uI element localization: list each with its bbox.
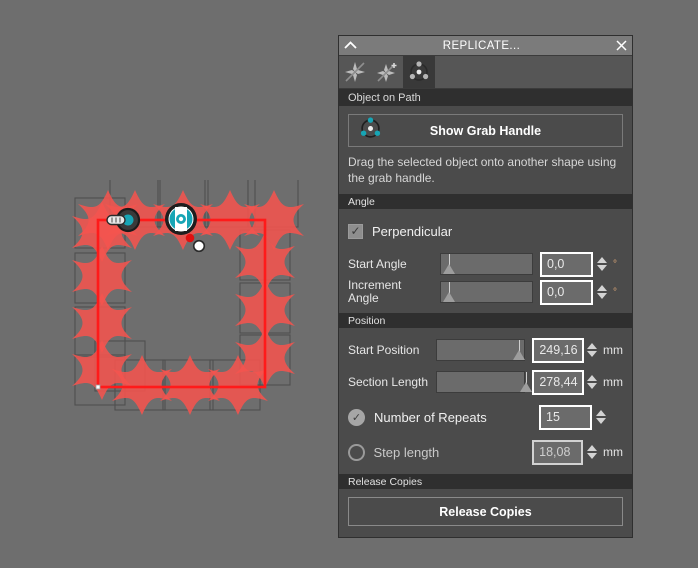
scatter-copies-icon [345, 62, 365, 82]
panel-title: REPLICATE... [442, 39, 521, 52]
anchor-dot-red[interactable] [185, 233, 195, 243]
scatter-copies-add-icon [377, 63, 397, 82]
number-of-repeats-input[interactable]: 15 [539, 404, 592, 430]
increment-angle-stepper[interactable] [596, 285, 608, 299]
start-position-row: Start Position 249,16 mm [348, 334, 623, 366]
check-icon: ✓ [351, 411, 362, 424]
active-tab-label: Object on Path [339, 89, 632, 106]
step-length-input[interactable]: 18,08 [532, 439, 584, 465]
start-angle-row: Start Angle 0,0 ° [348, 250, 623, 278]
number-of-repeats-radio[interactable]: ✓ [348, 408, 365, 426]
increment-angle-input[interactable]: 0,0 [540, 279, 593, 305]
section-length-label: Section Length [348, 375, 429, 389]
tab-scatter-copies-add[interactable] [371, 56, 403, 88]
section-body-angle: ✓ Perpendicular Start Angle 0,0 ° Increm… [339, 209, 632, 313]
perpendicular-row[interactable]: ✓ Perpendicular [348, 218, 623, 244]
increment-angle-slider[interactable] [440, 281, 533, 303]
anchor-dot-white[interactable] [192, 239, 206, 253]
tab-scatter-copies[interactable] [339, 56, 371, 88]
increment-angle-unit: ° [613, 286, 617, 298]
section-length-unit: mm [603, 375, 623, 389]
grab-button-wrap: Show Grab Handle [339, 106, 632, 147]
step-length-row[interactable]: Step length 18,08 mm [348, 437, 623, 467]
start-position-stepper[interactable] [587, 343, 599, 357]
chevron-up-icon[interactable] [339, 36, 361, 55]
path-node-marker[interactable] [95, 384, 101, 390]
section-header-angle: Angle [339, 194, 632, 209]
section-header-release-copies: Release Copies [339, 474, 632, 489]
start-position-label: Start Position [348, 343, 420, 357]
start-angle-label: Start Angle [348, 257, 407, 271]
perpendicular-label: Perpendicular [372, 223, 453, 239]
grab-handle-icon [359, 116, 382, 145]
section-length-input[interactable]: 278,44 [532, 369, 584, 395]
tab-object-on-path[interactable] [403, 56, 435, 88]
section-length-row: Section Length 278,44 mm [348, 366, 623, 398]
number-of-repeats-label: Number of Repeats [374, 409, 487, 425]
close-icon[interactable] [610, 36, 632, 55]
step-length-radio[interactable] [348, 443, 365, 461]
step-length-stepper[interactable] [586, 445, 598, 459]
release-button-wrap: Release Copies [339, 489, 632, 526]
number-of-repeats-row[interactable]: ✓ Number of Repeats 15 [348, 402, 623, 432]
section-header-position: Position [339, 313, 632, 328]
start-angle-slider[interactable] [440, 253, 533, 275]
grab-handle-hint: Drag the selected object onto another sh… [348, 155, 617, 185]
start-angle-unit: ° [613, 258, 617, 270]
start-position-input[interactable]: 249,16 [532, 337, 584, 363]
panel-body: Show Grab Handle Drag the selected objec… [339, 106, 632, 537]
tab-strip-filler [435, 56, 632, 88]
number-of-repeats-stepper[interactable] [595, 410, 607, 424]
increment-angle-row: Increment Angle 0,0 ° [348, 278, 623, 306]
tab-strip [339, 56, 632, 89]
step-length-unit: mm [603, 445, 623, 459]
start-angle-input[interactable]: 0,0 [540, 251, 593, 277]
section-length-slider[interactable] [436, 371, 533, 393]
object-on-path-preview[interactable] [60, 176, 310, 420]
release-copies-button[interactable]: Release Copies [348, 497, 623, 526]
check-icon: ✓ [350, 224, 361, 238]
step-length-label: Step length [373, 444, 440, 460]
perpendicular-checkbox[interactable]: ✓ [348, 223, 363, 239]
grab-handle[interactable] [165, 203, 197, 235]
start-position-slider[interactable] [436, 339, 526, 361]
increment-angle-label: Increment Angle [348, 278, 402, 305]
panel-titlebar[interactable]: REPLICATE... [339, 36, 632, 56]
section-length-stepper[interactable] [587, 375, 599, 389]
show-grab-handle-button[interactable]: Show Grab Handle [348, 114, 623, 147]
section-body-position: Start Position 249,16 mm Section Length … [339, 328, 632, 474]
start-angle-stepper[interactable] [596, 257, 608, 271]
preview-svg [72, 176, 304, 415]
start-position-unit: mm [603, 343, 623, 357]
object-on-path-icon [409, 61, 429, 81]
show-grab-handle-label: Show Grab Handle [429, 123, 542, 138]
canvas-area[interactable] [0, 0, 338, 568]
replicate-panel: REPLICATE... Object on Path Show Grab Ha… [338, 35, 633, 538]
